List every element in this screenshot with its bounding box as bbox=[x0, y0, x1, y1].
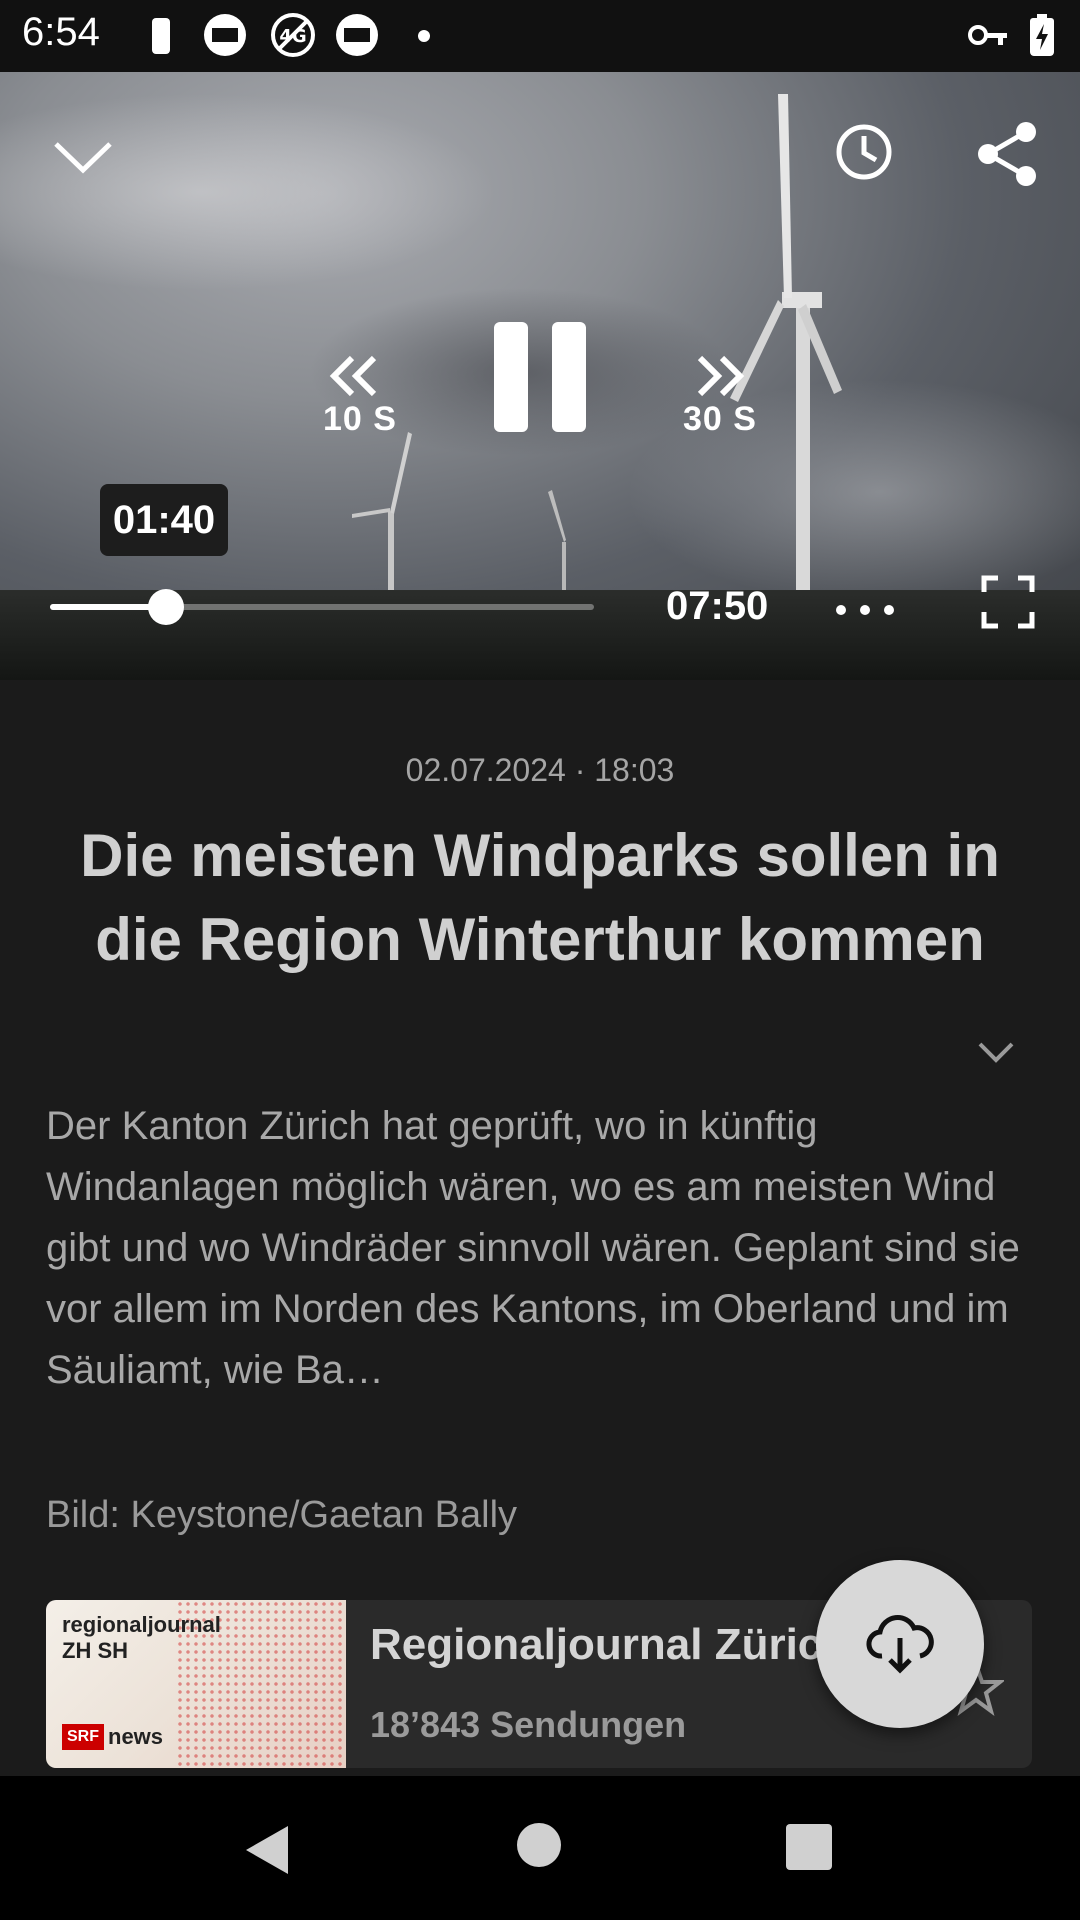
fullscreen-icon[interactable] bbox=[980, 574, 1036, 630]
no-4g-icon: 4G bbox=[271, 13, 315, 57]
home-icon[interactable] bbox=[516, 1822, 562, 1868]
image-credit: Bild: Keystone/Gaetan Bally bbox=[46, 1494, 518, 1536]
srf-news-logo: SRF news bbox=[62, 1724, 163, 1752]
show-title: Regionaljournal Züric bbox=[370, 1620, 823, 1669]
fast-forward-icon[interactable] bbox=[690, 354, 748, 398]
duration-label: 07:50 bbox=[666, 584, 769, 628]
show-thumbnail: regionaljournal ZH SH SRF news bbox=[46, 1600, 346, 1768]
notification-dot bbox=[418, 30, 430, 42]
notification-icon bbox=[336, 14, 378, 56]
seek-bar-thumb[interactable] bbox=[148, 589, 184, 625]
episode-description: Der Kanton Zürich hat geprüft, wo in kün… bbox=[46, 1104, 1020, 1392]
news-logo-text: news bbox=[108, 1724, 164, 1749]
share-icon[interactable] bbox=[976, 120, 1040, 188]
battery-charging-icon bbox=[1030, 14, 1054, 56]
status-bar: 6:54 4G bbox=[0, 0, 1080, 72]
show-episode-count: 18’843 Sendungen bbox=[370, 1704, 687, 1745]
cloud-download-icon bbox=[866, 1615, 934, 1674]
back-icon[interactable] bbox=[244, 1824, 290, 1876]
clock-icon[interactable] bbox=[834, 122, 894, 182]
episode-title: Die meisten Windparks sollen in die Regi… bbox=[80, 822, 1000, 973]
recents-icon[interactable] bbox=[786, 1824, 832, 1870]
download-button[interactable] bbox=[816, 1560, 984, 1728]
forward-label[interactable]: 30 S bbox=[683, 400, 757, 439]
notification-icon bbox=[152, 18, 170, 54]
srf-logo-text: SRF bbox=[62, 1724, 104, 1750]
video-player[interactable]: 10 S 30 S 01:40 07:50 bbox=[0, 72, 1080, 680]
episode-date: 02.07.2024 · 18:03 bbox=[405, 752, 675, 788]
expand-description-icon[interactable] bbox=[976, 1040, 1016, 1066]
pause-icon[interactable] bbox=[494, 322, 586, 432]
thumbnail-line2: ZH SH bbox=[62, 1638, 128, 1663]
vpn-key-icon bbox=[968, 25, 1007, 45]
system-navigation-bar bbox=[0, 1776, 1080, 1920]
more-options-icon[interactable] bbox=[836, 602, 908, 620]
collapse-chevron-icon[interactable] bbox=[52, 138, 114, 178]
rewind-icon[interactable] bbox=[326, 354, 384, 398]
notification-icon bbox=[204, 14, 246, 56]
thumbnail-line1: regionaljournal bbox=[62, 1612, 221, 1637]
seek-time-tooltip: 01:40 bbox=[100, 484, 228, 556]
rewind-label[interactable]: 10 S bbox=[323, 400, 397, 439]
thumbnail-text: regionaljournal ZH SH bbox=[62, 1612, 221, 1664]
svg-text:4G: 4G bbox=[279, 26, 306, 47]
status-time: 6:54 bbox=[22, 10, 100, 54]
